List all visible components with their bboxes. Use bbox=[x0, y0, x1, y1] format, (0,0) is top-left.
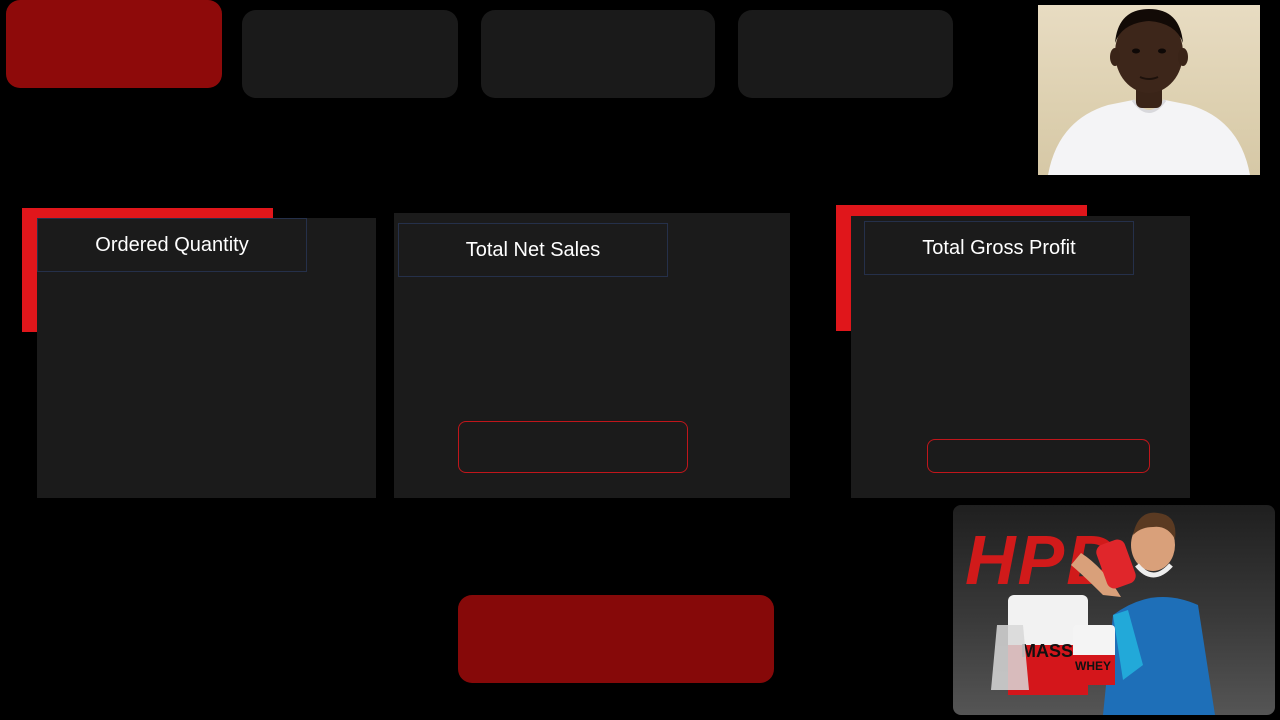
nav-tile-1[interactable] bbox=[6, 0, 222, 88]
dashboard-canvas: Ordered Quantity Total Net Sales Total G… bbox=[0, 0, 1280, 720]
bottom-action-button[interactable] bbox=[458, 595, 774, 683]
nav-tile-3[interactable] bbox=[481, 10, 715, 98]
person-portrait-icon bbox=[1048, 9, 1250, 175]
total-net-sales-value-box bbox=[458, 421, 688, 473]
total-gross-profit-title: Total Gross Profit bbox=[864, 221, 1134, 275]
product-label-whey: WHEY bbox=[1075, 659, 1111, 673]
product-label-mass: MASS bbox=[1021, 641, 1073, 661]
promo-illustration-icon: MASS WHEY bbox=[991, 512, 1215, 715]
promo-banner: HPD MASS WHEY bbox=[953, 505, 1275, 715]
total-gross-profit-value-box bbox=[927, 439, 1150, 473]
nav-tile-4[interactable] bbox=[738, 10, 953, 98]
ordered-quantity-title: Ordered Quantity bbox=[37, 218, 307, 272]
nav-tile-2[interactable] bbox=[242, 10, 458, 98]
total-net-sales-title: Total Net Sales bbox=[398, 223, 668, 277]
profile-photo bbox=[1038, 5, 1260, 175]
